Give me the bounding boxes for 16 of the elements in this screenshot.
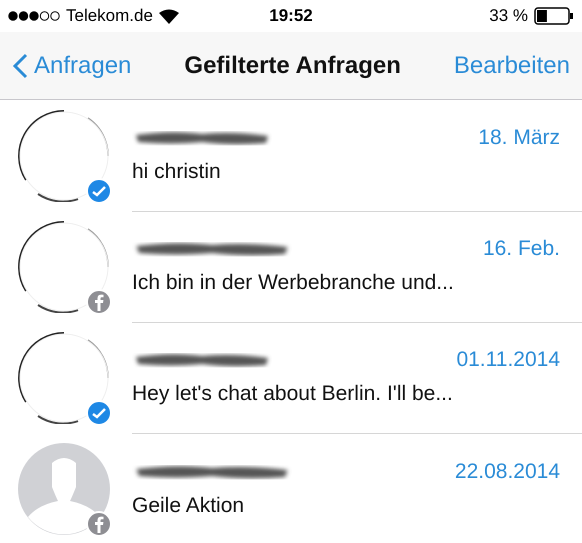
back-chevron-icon: [12, 52, 28, 78]
clock-time: 19:52: [269, 6, 313, 26]
message-date: 22.08.2014: [454, 460, 560, 484]
carrier-name: Telekom.de: [66, 6, 153, 26]
message-date: 01.11.2014: [456, 348, 560, 372]
signal-icon: [8, 11, 60, 21]
battery-percentage: 33 %: [489, 6, 528, 26]
battery-icon: [534, 7, 574, 25]
message-date: 18. März: [478, 126, 560, 150]
message-preview[interactable]: Hey let's chat about Berlin. I'll be...: [132, 382, 560, 406]
message-preview[interactable]: Geile Aktion: [132, 494, 560, 518]
screen-title: Gefilterte Anfragen: [184, 52, 401, 80]
message-date: 16. Feb.: [482, 237, 560, 261]
message-preview[interactable]: Ich bin in der Werbebranche und...: [132, 271, 560, 295]
wifi-icon: [158, 8, 179, 24]
message-preview[interactable]: hi christin: [132, 160, 560, 184]
